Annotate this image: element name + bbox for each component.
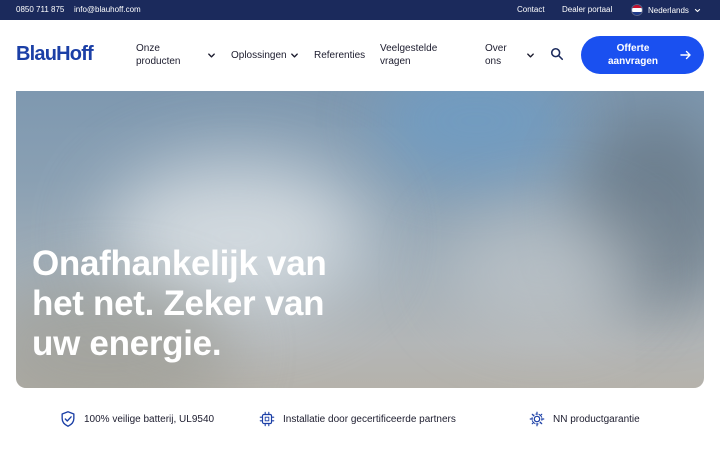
shield-check-icon [61,411,75,427]
chevron-down-icon[interactable] [526,51,535,60]
nav-item-oplossingen[interactable]: Oplossingen [231,49,287,62]
hero-title-line: Onafhankelijk van [32,244,327,283]
language-label: Nederlands [648,5,689,15]
usp-text: 100% veilige batterij, UL9540 [84,413,215,425]
nav-item-label: Oplossingen [231,50,287,61]
search-icon[interactable] [550,47,564,61]
nav-item-label: ons [485,56,502,67]
chevron-down-icon[interactable] [207,51,216,60]
hero-banner: Onafhankelijk van het net. Zeker van uw … [16,91,704,388]
hero-title-line: uw energie. [32,324,222,363]
nav-item-veelgestelde-vragen[interactable]: Veelgestelde vragen [380,42,437,68]
usp-item: NN productgarantie [528,409,640,429]
nav-item-label: Veelgestelde [380,43,438,54]
nav-item-label: producten [136,56,181,67]
nav-item-label: Referenties [314,50,366,61]
contact-link[interactable]: Contact [517,5,545,14]
gear-icon [529,411,545,427]
usp-item: Installatie door gecertificeerde partner… [258,409,456,429]
language-selector[interactable]: Nederlands [631,2,701,18]
usp-text: NN productgarantie [553,413,640,425]
hero-title-line: het net. Zeker van [32,284,325,323]
arrow-right-icon [680,50,691,60]
usp-text: Installatie door gecertificeerde partner… [283,413,456,425]
nav-item-referenties[interactable]: Referenties [314,49,365,62]
top-bar: 0850 711 875 info@blauhoff.com Contact D… [0,0,720,20]
usp-item: 100% veilige batterij, UL9540 [59,409,214,429]
logo[interactable]: BlauHoff [16,43,94,66]
chevron-down-icon[interactable] [290,51,299,60]
cta-label: Offerte [616,43,650,54]
nav-item-label: vragen [380,56,411,67]
email-link[interactable]: info@blauhoff.com [74,5,141,14]
nav-item-label: Onze [136,43,160,54]
netherlands-flag-icon [631,4,643,16]
hero-title: Onafhankelijk van het net. Zeker van uw … [32,244,392,364]
nav-item-label: Over [485,43,507,54]
cta-label: aanvragen [607,56,659,67]
request-quote-button[interactable]: Offerte aanvragen [581,36,704,74]
chip-icon [259,411,275,427]
nav-item-over-ons[interactable]: Over ons [485,42,507,68]
dealer-portal-link[interactable]: Dealer portaal [562,5,612,14]
nav-item-onze-producten[interactable]: Onze producten [136,42,180,68]
chevron-down-icon [694,8,701,12]
phone-link[interactable]: 0850 711 875 [16,5,64,14]
